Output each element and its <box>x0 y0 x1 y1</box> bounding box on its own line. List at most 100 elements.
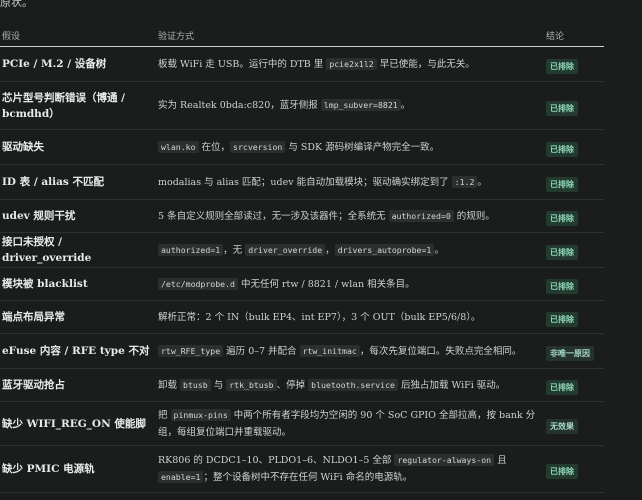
hypothesis-cell: 模块被 blacklist <box>0 267 156 301</box>
inline-code: bluetooth.service <box>308 378 398 391</box>
inline-code: regulator-always-on <box>394 454 495 466</box>
table-row: 模块被 blacklist/etc/modprobe.d 中无任何 rtw / … <box>0 267 604 301</box>
hypothesis-cell: 端点布局异常 <box>0 300 156 334</box>
method-text: 卸载 <box>158 379 181 391</box>
status-badge: 已排除 <box>546 177 578 192</box>
method-cell: 5 条自定义规则全部读过，无一涉及该器件；全系统无 authorized=0 的… <box>156 199 544 233</box>
table-row: 蓝牙驱动抢占 卸载 btusb 与 rtk_btusb 、停掉 bluetooth.… <box>0 368 604 402</box>
hypothesis-cell: PCIe / M.2 / 设备树 <box>0 46 156 82</box>
conclusion-cell: 已排除 <box>544 129 604 165</box>
inline-code: rtk_btusb <box>226 378 277 391</box>
method-text: 与 SDK 源码树编译产物完全一致。 <box>285 141 440 153</box>
inline-code: :1.2 <box>451 175 478 188</box>
method-text: 。 <box>477 176 487 188</box>
status-badge: 非唯一原因 <box>546 346 594 361</box>
inline-code: drivers_autoprobe=1 <box>334 243 435 256</box>
method-text: 板载 WiFi 走 USB。运行中的 DTB 里 <box>158 58 327 70</box>
inline-code: /etc/modprobe.d <box>158 277 238 290</box>
method-text: ；整个设备树中不存在任何 WiFi 命名的电源轨。 <box>203 472 413 483</box>
inline-code: pinmux-pins <box>170 408 231 421</box>
status-badge: 已排除 <box>546 59 578 74</box>
conclusion-cell: 已排除 <box>544 368 604 402</box>
hypothesis-cell: 缺少 WIFI_REG_ON 使能脚 <box>0 401 156 446</box>
inline-code: rtw_RFE_type <box>158 344 224 357</box>
status-badge: 已排除 <box>546 279 578 294</box>
conclusion-cell: 已排除 <box>544 445 604 493</box>
method-cell: /etc/modprobe.d 中无任何 rtw / 8821 / wlan 相… <box>156 267 544 301</box>
method-text: 在位， <box>198 141 231 153</box>
conclusion-cell: 已排除 <box>544 232 604 268</box>
table-row: 缺少 PMIC 电源轨 RK806 的 DCDC1–10、PLDO1–6、NLDO… <box>0 445 604 493</box>
header-hypothesis: 假设 <box>0 24 156 47</box>
conclusion-cell: 已排除 <box>544 267 604 301</box>
table-row: ID 表 / alias 不匹配 modalias 与 alias 匹配；udev… <box>0 164 604 200</box>
header-conclusion: 结论 <box>544 24 604 47</box>
table-row: 端点布局异常 解析正常：2 个 IN（bulk EP4、int EP7），3 个 … <box>0 300 604 334</box>
hypothesis-cell: 缺少 PMIC 电源轨 <box>0 445 156 493</box>
inline-code: authorized=1 <box>158 243 224 256</box>
hypothesis-cell: udev 规则干扰 <box>0 199 156 233</box>
method-text: 且 <box>494 455 507 466</box>
method-text: 遍历 0–7 并配合 <box>223 345 300 357</box>
inline-code: enable=1 <box>158 471 204 483</box>
method-text: 与 <box>210 379 227 391</box>
method-text: 解析正常：2 个 IN（bulk EP4、int EP7），3 个 OUT（bu… <box>158 311 481 323</box>
method-text: 把 <box>158 409 171 421</box>
inline-code: lmp_subver=8821 <box>320 99 401 111</box>
conclusion-cell: 已排除 <box>544 300 604 334</box>
conclusion-cell: 已排除 <box>544 46 604 82</box>
table-row: 接口未授权 / driver_override authorized=1 ，无 dr… <box>0 232 604 268</box>
inline-code: rtw_initmac <box>299 344 360 357</box>
inline-code: srcversion <box>230 140 286 153</box>
inline-code: btusb <box>180 378 211 391</box>
method-cell: modalias 与 alias 匹配；udev 能自动加载模块；驱动确实绑定到… <box>156 164 544 200</box>
method-text: 的规则。 <box>453 210 495 222</box>
method-cell: 实为 Realtek 0bda:c820，蓝牙侧报 lmp_subver=882… <box>156 81 544 130</box>
method-text: 后独占加载 WiFi 驱动。 <box>397 379 506 391</box>
method-text: ，无 <box>223 244 246 256</box>
status-badge: 已排除 <box>546 312 578 327</box>
method-text: 、停掉 <box>276 379 309 391</box>
method-cell: authorized=1 ，无 driver_override， drivers_a… <box>156 232 544 268</box>
method-text: 实为 Realtek 0bda:c820，蓝牙侧报 <box>158 100 321 111</box>
conclusion-cell: 非唯一原因 <box>544 333 604 369</box>
table-row: 芯片型号判断错误（博通 / bcmdhd） 实为 Realtek 0bda:c82… <box>0 81 604 130</box>
method-text: 中无任何 rtw / 8821 / wlan 相关条目。 <box>237 278 415 290</box>
hypothesis-cell: ID 表 / alias 不匹配 <box>0 164 156 200</box>
method-cell: rtw_RFE_type 遍历 0–7 并配合 rtw_initmac ，每次先复… <box>156 333 544 369</box>
inline-code: authorized=0 <box>388 209 454 222</box>
status-badge: 已排除 <box>546 100 578 116</box>
conclusion-cell: 无效果 <box>544 401 604 446</box>
intro-text: 原状。 <box>0 0 33 9</box>
table-row: PCIe / M.2 / 设备树 板载 WiFi 走 USB。运行中的 DTB 里… <box>0 46 604 82</box>
hypothesis-cell: 接口未授权 / driver_override <box>0 232 156 268</box>
header-method: 验证方式 <box>156 24 544 47</box>
hypothesis-table: 假设 验证方式 结论 PCIe / M.2 / 设备树 板载 WiFi 走 USB… <box>0 24 604 493</box>
method-text: 。 <box>434 244 444 256</box>
status-badge: 已排除 <box>546 142 578 157</box>
inline-code: wlan.ko <box>158 140 199 153</box>
method-text: ，每次先复位端口。失败点完全相同。 <box>359 345 522 357</box>
conclusion-cell: 已排除 <box>544 164 604 200</box>
method-text: modalias 与 alias 匹配；udev 能自动加载模块；驱动确实绑定到… <box>158 176 452 188</box>
table-row: 缺少 WIFI_REG_ON 使能脚把 pinmux-pins 中两个所有者字段… <box>0 401 604 446</box>
hypothesis-cell: 芯片型号判断错误（博通 / bcmdhd） <box>0 81 156 130</box>
table-header-row: 假设 验证方式 结论 <box>0 24 604 47</box>
inline-code: driver_override <box>245 243 326 256</box>
table-row: eFuse 内容 / RFE type 不对 rtw_RFE_type 遍历 0–… <box>0 333 604 369</box>
status-badge: 无效果 <box>546 418 578 434</box>
method-cell: wlan.ko 在位， srcversion 与 SDK 源码树编译产物完全一致。 <box>156 129 544 165</box>
status-badge: 已排除 <box>546 464 578 479</box>
method-cell: 把 pinmux-pins 中两个所有者字段均为空闲的 90 个 SoC GPI… <box>156 401 544 446</box>
method-cell: 卸载 btusb 与 rtk_btusb 、停掉 bluetooth.servic… <box>156 368 544 402</box>
method-cell: RK806 的 DCDC1–10、PLDO1–6、NLDO1–5 全部 regu… <box>156 445 544 493</box>
hypothesis-cell: 蓝牙驱动抢占 <box>0 368 156 402</box>
inline-code: pcie2x1l2 <box>326 57 377 70</box>
status-badge: 已排除 <box>546 245 578 260</box>
table-row: 驱动缺失 wlan.ko 在位， srcversion 与 SDK 源码树编译产物完… <box>0 129 604 165</box>
status-badge: 已排除 <box>546 380 578 395</box>
method-cell: 板载 WiFi 走 USB。运行中的 DTB 里 pcie2x1l2 早已使能，… <box>156 46 544 82</box>
hypothesis-cell: 驱动缺失 <box>0 129 156 165</box>
conclusion-cell: 已排除 <box>544 81 604 130</box>
method-text: 。 <box>400 100 411 111</box>
